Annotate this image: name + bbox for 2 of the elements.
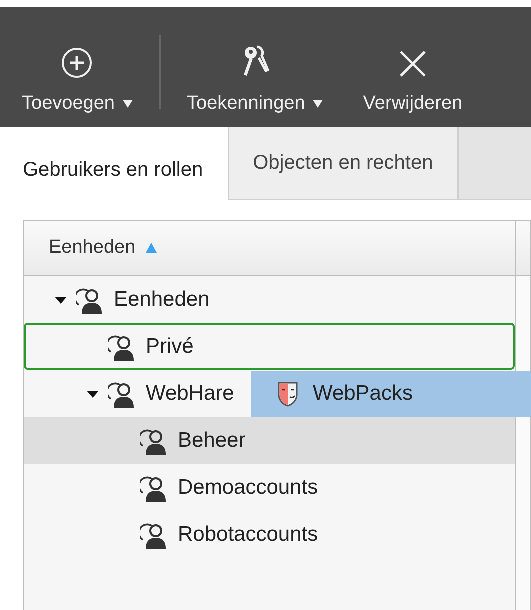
column-title: Eenheden: [49, 237, 136, 259]
drag-tooltip: WebPacks: [251, 371, 531, 417]
